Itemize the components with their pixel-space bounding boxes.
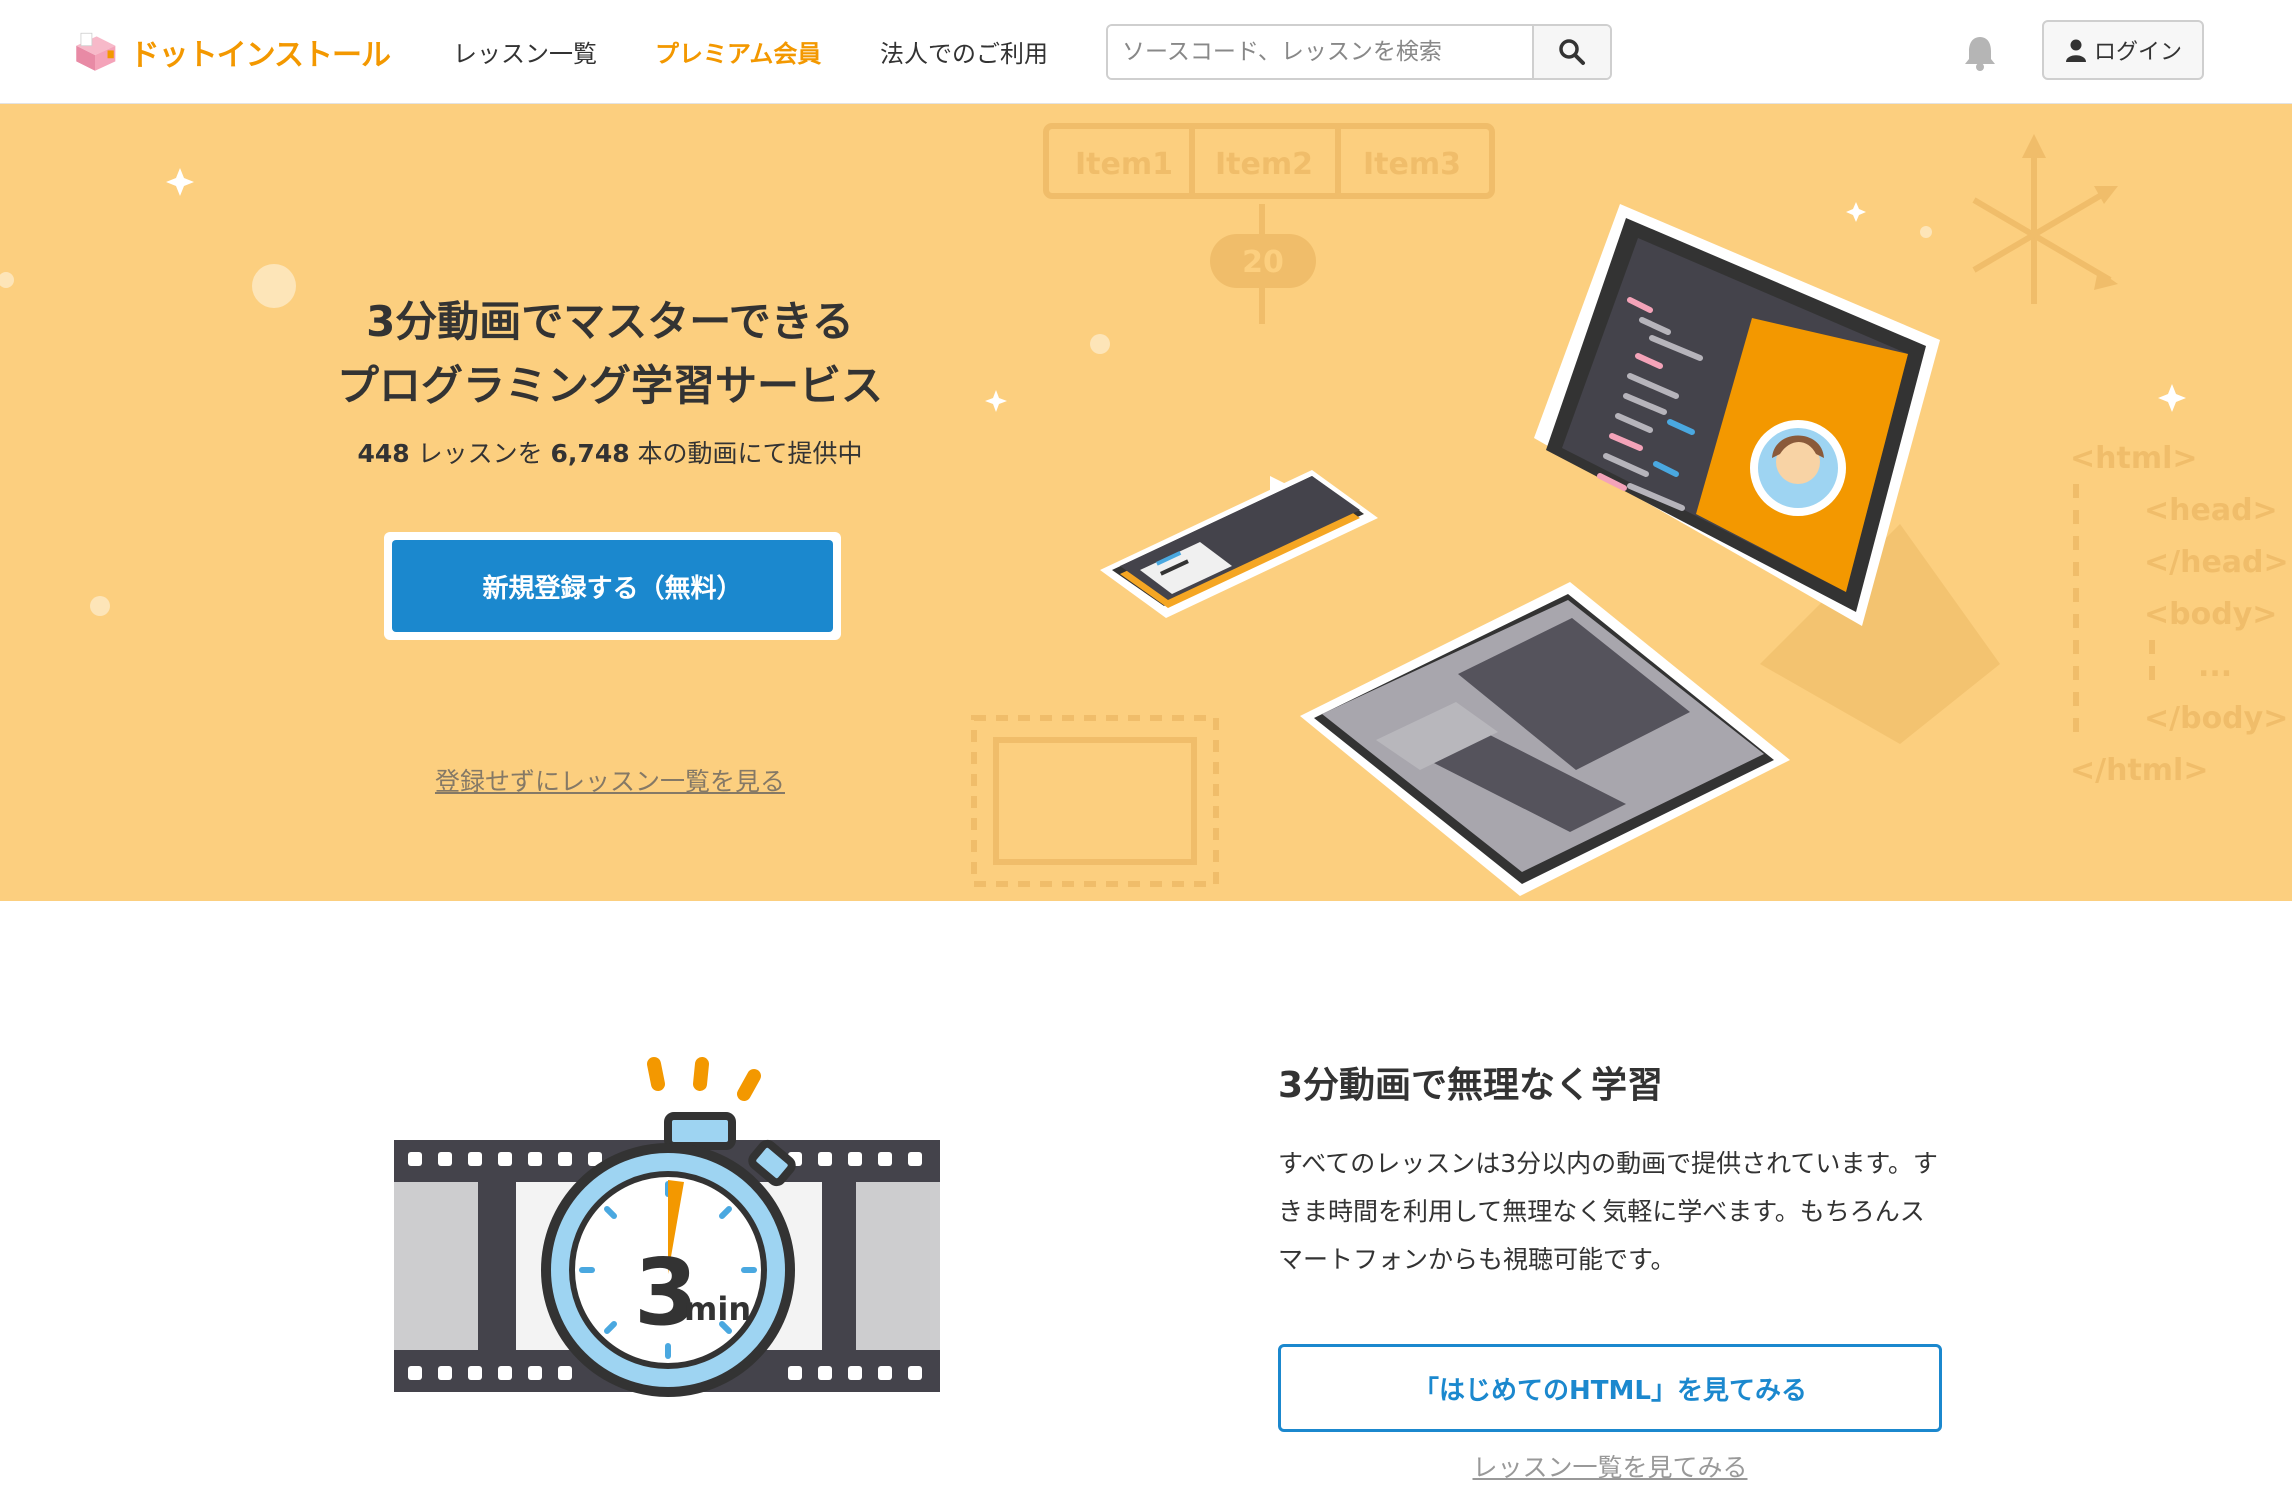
- tabs-decoration: Item1 Item2 Item3 20: [1043, 123, 1495, 324]
- view-lessons-link[interactable]: レッスン一覧を見てみる: [1278, 1448, 1942, 1484]
- video-suffix: 本の動画にて提供中: [629, 439, 863, 468]
- bell-icon[interactable]: [1962, 34, 1998, 72]
- logo-icon: [76, 32, 116, 71]
- code-line-5: ...: [2198, 649, 2232, 684]
- lesson-count: 448: [357, 439, 410, 468]
- code-line-3: </head>: [2144, 545, 2289, 580]
- hero-title-line2: プログラミング学習サービス: [336, 361, 883, 410]
- signup-button[interactable]: 新規登録する（無料）: [392, 540, 833, 632]
- browse-lessons-link[interactable]: 登録せずにレッスン一覧を見る: [280, 762, 940, 798]
- smartphone-illustration: [1100, 470, 1378, 618]
- search-icon: [1559, 39, 1585, 65]
- search-button[interactable]: [1532, 26, 1610, 78]
- tab-label-1: Item1: [1075, 147, 1173, 182]
- html-code-decoration: <html> <head> </head> <body> ... </body>…: [2070, 441, 2289, 788]
- code-line-7: </html>: [2070, 753, 2208, 788]
- site-logo[interactable]: ドットインストール: [70, 22, 391, 82]
- code-line-4: <body>: [2144, 597, 2277, 632]
- nav-lessons[interactable]: レッスン一覧: [453, 34, 597, 69]
- laptop-illustration: [1300, 204, 1940, 896]
- hero-title: 3分動画でマスターできる プログラミング学習サービス: [280, 290, 940, 418]
- logo-text: ドットインストール: [129, 38, 391, 73]
- search-form: [1106, 24, 1612, 80]
- view-html-lesson-button[interactable]: 「はじめてのHTML」を見てみる: [1278, 1344, 1942, 1432]
- tab-label-2: Item2: [1215, 147, 1313, 182]
- site-header: ドットインストール レッスン一覧 プレミアム会員 法人でのご利用 ログイン: [0, 0, 2292, 104]
- code-line-2: <head>: [2144, 493, 2278, 528]
- hero-title-line1: 3分動画でマスターできる: [366, 297, 854, 346]
- signup-button-frame: 新規登録する（無料）: [384, 532, 841, 640]
- feature-title: 3分動画で無理なく学習: [1278, 1065, 1664, 1106]
- hero-section: Item1 Item2 Item3 20 <html> <head> </hea…: [0, 104, 2292, 901]
- hero-stats: 448 レッスンを 6,748 本の動画にて提供中: [280, 434, 940, 470]
- feature-description: すべてのレッスンは3分以内の動画で提供されています。すきま時間を利用して無理なく…: [1278, 1149, 1938, 1274]
- search-input[interactable]: [1108, 26, 1532, 78]
- tab-label-3: Item3: [1363, 147, 1461, 182]
- stopwatch-illustration: 3 min: [394, 1057, 940, 1397]
- login-button[interactable]: ログイン: [2042, 20, 2204, 80]
- axis-decoration: [1972, 134, 2118, 304]
- code-line-1: <html>: [2070, 441, 2198, 476]
- lesson-suffix: レッスンを: [409, 439, 551, 468]
- badge-number: 20: [1242, 245, 1284, 280]
- nav-business[interactable]: 法人でのご利用: [880, 34, 1048, 69]
- stopwatch-unit: min: [684, 1290, 751, 1328]
- nav-premium[interactable]: プレミアム会員: [655, 34, 821, 69]
- video-count: 6,748: [550, 439, 630, 468]
- spark-lines: [647, 1057, 761, 1101]
- user-icon: [2065, 39, 2086, 62]
- code-line-6: </body>: [2144, 701, 2288, 736]
- dashed-frame-decoration: [971, 715, 1219, 887]
- login-label: ログイン: [2093, 40, 2182, 65]
